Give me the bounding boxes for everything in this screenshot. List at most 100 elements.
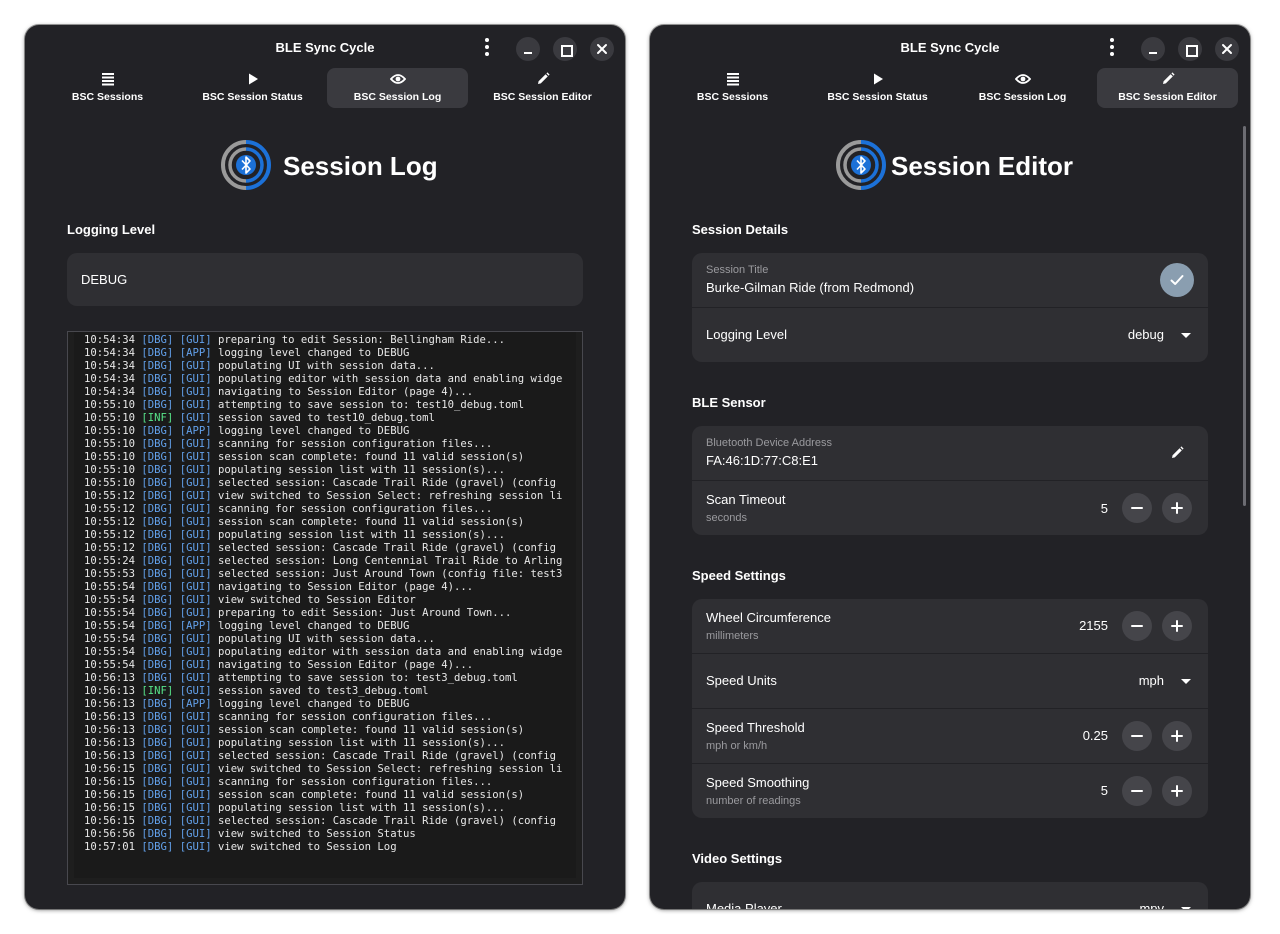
log-category: [APP] [179, 347, 212, 359]
log-category: [GUI] [179, 490, 212, 502]
maximize-button[interactable] [553, 37, 577, 61]
log-line: 10:55:54 [DBG] [GUI] view switched to Se… [84, 594, 562, 607]
log-category: [GUI] [179, 360, 212, 372]
pencil-icon[interactable] [1170, 446, 1184, 460]
device-address-row[interactable]: Bluetooth Device Address FA:46:1D:77:C8:… [692, 426, 1208, 480]
session-title-row[interactable]: Session Title Burke-Gilman Ride (from Re… [692, 253, 1208, 307]
log-text-area[interactable]: 10:54:34 [DBG] [GUI] preparing to edit S… [74, 332, 576, 878]
wheel-circumference-decrement-button[interactable] [1122, 611, 1152, 641]
logging-level-selector[interactable]: DEBUG [67, 253, 583, 306]
log-line: 10:55:53 [DBG] [GUI] selected session: J… [84, 568, 562, 581]
log-message: logging level changed to DEBUG [217, 347, 410, 359]
log-level: [DBG] [141, 347, 174, 359]
log-level: [DBG] [141, 750, 174, 762]
log-level: [DBG] [141, 789, 174, 801]
menu-dots-icon[interactable] [1101, 36, 1123, 58]
log-level: [DBG] [141, 620, 174, 632]
tab-bar: BSC Sessions BSC Session Status BSC Sess… [660, 68, 1240, 108]
plus-icon [1171, 502, 1183, 514]
speed-smoothing-value[interactable]: 5 [1101, 783, 1108, 798]
log-timestamp: 10:57:01 [84, 841, 136, 853]
tab-session-log[interactable]: BSC Session Log [952, 68, 1093, 108]
log-category: [GUI] [179, 568, 212, 580]
speed-threshold-value[interactable]: 0.25 [1083, 728, 1108, 743]
wheel-circumference-increment-button[interactable] [1162, 611, 1192, 641]
log-message: view switched to Session Log [217, 841, 397, 853]
log-level: [DBG] [141, 815, 174, 827]
tab-session-editor[interactable]: BSC Session Editor [1097, 68, 1238, 108]
close-button[interactable] [590, 37, 614, 61]
speed-threshold-label: Speed Threshold [706, 720, 805, 735]
apply-title-button[interactable] [1160, 263, 1194, 297]
log-line: 10:55:10 [DBG] [GUI] selected session: C… [84, 477, 562, 490]
log-message: scanning for session configuration files… [217, 776, 493, 788]
wheel-circumference-label: Wheel Circumference [706, 610, 831, 625]
log-message: scanning for session configuration files… [217, 503, 493, 515]
log-message: selected session: Cascade Trail Ride (gr… [217, 815, 557, 827]
scan-timeout-increment-button[interactable] [1162, 493, 1192, 523]
log-line: 10:55:12 [DBG] [GUI] view switched to Se… [84, 490, 562, 503]
speed-units-row[interactable]: Speed Units mph [692, 653, 1208, 708]
chevron-down-icon [1181, 679, 1191, 684]
log-level: [DBG] [141, 438, 174, 450]
tab-session-status[interactable]: BSC Session Status [807, 68, 948, 108]
tab-sessions[interactable]: BSC Sessions [662, 68, 803, 108]
log-message: view switched to Session Status [217, 828, 416, 840]
log-timestamp: 10:55:10 [84, 477, 136, 489]
log-category: [GUI] [179, 659, 212, 671]
log-view[interactable]: 10:54:34 [DBG] [GUI] preparing to edit S… [67, 331, 583, 885]
play-icon [873, 73, 883, 85]
speed-smoothing-decrement-button[interactable] [1122, 776, 1152, 806]
log-level: [DBG] [141, 659, 174, 671]
speed-threshold-decrement-button[interactable] [1122, 721, 1152, 751]
menu-dots-icon[interactable] [476, 36, 498, 58]
log-level: [DBG] [141, 841, 174, 853]
scan-timeout-decrement-button[interactable] [1122, 493, 1152, 523]
minimize-button[interactable] [516, 37, 540, 61]
log-timestamp: 10:54:34 [84, 386, 136, 398]
log-timestamp: 10:55:10 [84, 412, 136, 424]
scan-timeout-unit: seconds [706, 512, 747, 524]
log-level: [DBG] [141, 425, 174, 437]
maximize-button[interactable] [1178, 37, 1202, 61]
tab-sessions[interactable]: BSC Sessions [37, 68, 178, 108]
log-message: attempting to save session to: test10_de… [217, 399, 525, 411]
log-timestamp: 10:56:15 [84, 815, 136, 827]
close-button[interactable] [1215, 37, 1239, 61]
media-player-row[interactable]: Media Player mpv [692, 882, 1208, 909]
log-level: [DBG] [141, 555, 174, 567]
log-timestamp: 10:56:13 [84, 737, 136, 749]
speed-threshold-increment-button[interactable] [1162, 721, 1192, 751]
logging-level-row[interactable]: Logging Level debug [692, 307, 1208, 362]
log-line: 10:56:15 [DBG] [GUI] selected session: C… [84, 815, 562, 828]
media-player-label: Media Player [706, 901, 782, 909]
log-message: preparing to edit Session: Bellingham Ri… [217, 334, 505, 346]
speed-smoothing-increment-button[interactable] [1162, 776, 1192, 806]
eye-icon [389, 74, 406, 84]
tab-session-status[interactable]: BSC Session Status [182, 68, 323, 108]
log-category: [GUI] [179, 581, 212, 593]
log-timestamp: 10:56:15 [84, 802, 136, 814]
tab-session-editor[interactable]: BSC Session Editor [472, 68, 613, 108]
log-level: [DBG] [141, 776, 174, 788]
minimize-button[interactable] [1141, 37, 1165, 61]
log-line: 10:55:54 [DBG] [GUI] navigating to Sessi… [84, 581, 562, 594]
tab-bar: BSC Sessions BSC Session Status BSC Sess… [35, 68, 615, 108]
plus-icon [1171, 620, 1183, 632]
log-message: session scan complete: found 11 valid se… [217, 789, 525, 801]
log-category: [GUI] [179, 646, 212, 658]
log-category: [GUI] [179, 672, 212, 684]
log-level: [DBG] [141, 490, 174, 502]
log-category: [GUI] [179, 802, 212, 814]
tab-session-log[interactable]: BSC Session Log [327, 68, 468, 108]
page-header: Session Editor [650, 139, 1250, 191]
log-message: populating session list with 11 session(… [217, 802, 505, 814]
wheel-circumference-value[interactable]: 2155 [1079, 618, 1108, 633]
log-level: [DBG] [141, 503, 174, 515]
scan-timeout-value[interactable]: 5 [1101, 501, 1108, 516]
minus-icon [1131, 625, 1143, 627]
session-title-input[interactable]: Burke-Gilman Ride (from Redmond) [706, 280, 914, 295]
minus-icon [1131, 507, 1143, 509]
editor-scrollbar[interactable] [1243, 126, 1246, 506]
log-message: view switched to Session Select: refresh… [217, 490, 563, 502]
